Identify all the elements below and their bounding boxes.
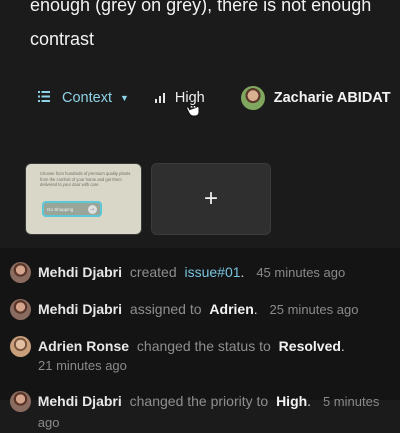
attachments-row: Choose from hundreds of premium quality … <box>25 163 271 235</box>
add-attachment-button[interactable]: + <box>151 163 271 235</box>
thumbnail-button: Go Shopping → <box>42 201 102 217</box>
activity-punctuation: . <box>240 264 245 280</box>
avatar <box>10 299 31 320</box>
activity-actor[interactable]: Mehdi Djabri <box>38 393 122 409</box>
activity-punctuation: . <box>307 393 312 409</box>
arrow-right-icon: → <box>88 204 97 214</box>
context-label: Context <box>62 90 112 106</box>
activity-time: 21 minutes ago <box>38 358 127 373</box>
avatar <box>10 391 31 412</box>
activity-punctuation: . <box>253 301 258 317</box>
issue-link[interactable]: issue#01 <box>185 264 241 280</box>
context-dropdown[interactable]: Context ▼ <box>38 90 129 106</box>
avatar <box>10 262 31 283</box>
activity-item: Mehdi Djabri created issue#01. 45 minute… <box>10 262 345 283</box>
avatar <box>240 86 265 110</box>
thumbnail-text: Choose from hundreds of premium quality … <box>40 171 131 188</box>
activity-time: 45 minutes ago <box>256 265 346 280</box>
chevron-down-icon: ▼ <box>119 93 129 103</box>
hand-cursor-icon <box>186 99 200 122</box>
assignee-chip[interactable]: Zacharie ABIDAT <box>240 86 391 110</box>
activity-action: assigned to <box>129 301 202 317</box>
activity-item: Mehdi Djabri assigned to Adrien. 25 minu… <box>10 299 358 320</box>
activity-action: created <box>129 264 177 280</box>
activity-actor[interactable]: Adrien Ronse <box>38 338 129 354</box>
activity-actor[interactable]: Mehdi Djabri <box>38 301 122 317</box>
issue-description: enough (grey on grey), there is not enou… <box>30 0 372 49</box>
activity-time: 25 minutes ago <box>269 302 359 317</box>
activity-target: High <box>276 393 308 409</box>
activity-punctuation: . <box>340 338 345 354</box>
activity-item: Mehdi Djabri changed the priority to Hig… <box>10 391 400 433</box>
activity-action: changed the status to <box>136 338 271 354</box>
assignee-name: Zacharie ABIDAT <box>273 90 391 106</box>
list-icon <box>38 90 50 106</box>
activity-item: Adrien Ronse changed the status to Resol… <box>10 336 345 376</box>
attachment-thumbnail[interactable]: Choose from hundreds of premium quality … <box>25 163 142 235</box>
activity-target: Resolved <box>278 338 341 354</box>
activity-actor[interactable]: Mehdi Djabri <box>38 264 122 280</box>
plus-icon: + <box>203 185 218 212</box>
thumbnail-button-label: Go Shopping <box>47 206 74 212</box>
activity-target[interactable]: Adrien <box>209 301 253 317</box>
issue-meta-row: Context ▼ High Zacharie ABIDAT <box>38 84 391 112</box>
issue-panel: enough (grey on grey), there is not enou… <box>0 0 400 248</box>
activity-feed: Mehdi Djabri created issue#01. 45 minute… <box>0 248 400 430</box>
activity-action: changed the priority to <box>129 393 269 409</box>
priority-bars-icon <box>154 93 165 103</box>
avatar <box>10 336 31 357</box>
